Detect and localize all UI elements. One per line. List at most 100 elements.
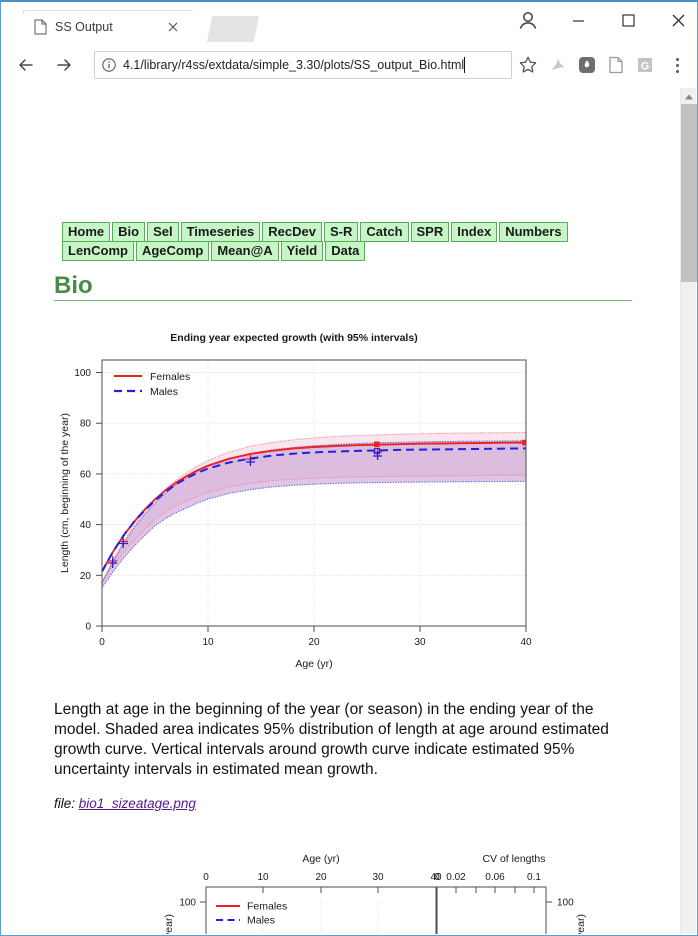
cv-x-tick-002: 0.02	[446, 872, 466, 883]
nav-link-spr[interactable]: SPR	[410, 222, 450, 242]
growth-plot: Ending year expected growth (with 95% in…	[54, 322, 614, 672]
adobe-acrobat-icon[interactable]	[546, 53, 570, 77]
nav-link-index[interactable]: Index	[451, 222, 498, 242]
second-growth-y-axis: 100 80 60 40 20 Length (cm, beginning of…	[163, 898, 206, 934]
browser-toolbar: 4.1/library/r4ss/extdata/simple_3.30/plo…	[1, 42, 697, 88]
x-tick-0: 0	[99, 637, 105, 648]
grammarly-extension-icon[interactable]: G	[633, 53, 657, 77]
nav-row-2: LenComp AgeComp Mean@A Yield Data	[62, 241, 622, 261]
text-caret	[464, 57, 466, 73]
back-arrow-icon[interactable]	[11, 50, 41, 80]
page-nav-links: Home Bio Sel Timeseries RecDev S-R Catch…	[62, 222, 622, 261]
bookmark-star-icon[interactable]	[514, 51, 542, 79]
window-close-icon[interactable]	[656, 6, 698, 35]
second-growth-top-axis: 0 10 20 30 40	[203, 872, 442, 893]
new-tab-icon[interactable]	[207, 16, 259, 42]
x-tick-20: 20	[308, 637, 320, 648]
browser-window: SS Output 4.1/library/r4ss/extdata/simpl…	[0, 0, 698, 936]
nav-link-s-r[interactable]: S-R	[324, 222, 359, 242]
nav-link-sel[interactable]: Sel	[147, 222, 179, 242]
growth-plot-title: Ending year expected growth (with 95% in…	[170, 332, 417, 344]
browser-tab-ss-output[interactable]: SS Output	[12, 10, 205, 42]
cv-x-tick-01: 0.1	[527, 872, 541, 883]
url-text[interactable]: 4.1/library/r4ss/extdata/simple_3.30/plo…	[123, 58, 464, 72]
legend-label-males: Males	[150, 386, 178, 398]
title-divider	[54, 300, 632, 301]
figure-file-link[interactable]: bio1_sizeatage.png	[79, 796, 196, 811]
scroll-up-arrow-icon[interactable]	[681, 90, 697, 104]
x-tick-10: 10	[202, 637, 214, 648]
y-tick-100: 100	[74, 368, 91, 379]
x2-tick-0: 0	[203, 872, 209, 883]
y2-tick-100: 100	[179, 898, 196, 909]
svg-text:G: G	[641, 61, 650, 73]
x2-tick-10: 10	[257, 872, 269, 883]
females-point-marker	[522, 439, 526, 446]
nav-link-numbers[interactable]: Numbers	[499, 222, 568, 242]
y-tick-20: 20	[80, 571, 92, 582]
nav-link-lencomp[interactable]: LenComp	[62, 241, 134, 261]
tab-title: SS Output	[55, 19, 113, 34]
y-tick-60: 60	[80, 469, 92, 480]
second-growth-legend: Females Males	[216, 901, 287, 927]
cv-plot-right-axis: 100 80 60 40 20 Length (cm, beginning of…	[546, 898, 587, 934]
page-content: Home Bio Sel Timeseries RecDev S-R Catch…	[2, 88, 673, 934]
nav-link-mean-at-a[interactable]: Mean@A	[211, 241, 279, 261]
growth-plot-y-axis: 0 20 40 60 80 100 Length (cm, beginning …	[59, 368, 103, 633]
legend2-label-females: Females	[247, 901, 287, 913]
second-growth-xlabel: Age (yr)	[302, 853, 339, 865]
close-icon[interactable]	[165, 19, 181, 35]
nav-link-home[interactable]: Home	[62, 222, 111, 242]
legend-label-females: Females	[150, 371, 190, 383]
y-tick-0: 0	[85, 622, 91, 633]
cv-plot-ylabel: Length (cm, beginning of the year)	[575, 914, 587, 934]
cv-plot-top-axis: 0 0.02 0.06 0.1	[434, 872, 546, 893]
second-figure-svg: Age (yr) 0 10 20 30 40 100 Females Males…	[163, 853, 587, 934]
growth-plot-ylabel: Length (cm, beginning of the year)	[59, 413, 71, 573]
nav-link-catch[interactable]: Catch	[360, 222, 409, 242]
document-extension-icon[interactable]	[604, 53, 628, 77]
page-viewport: Home Bio Sel Timeseries RecDev S-R Catch…	[2, 88, 696, 934]
three-dot-menu-icon[interactable]	[665, 52, 689, 78]
document-icon	[34, 19, 47, 35]
page-scrollbar[interactable]	[680, 88, 697, 934]
growth-plot-x-axis: 0 10 20 30 40 Age (yr)	[99, 625, 532, 670]
menu-dot	[675, 63, 679, 67]
x2-tick-20: 20	[315, 872, 327, 883]
shield-extension-icon[interactable]	[575, 53, 599, 77]
file-label: file:	[54, 796, 76, 811]
nav-link-bio[interactable]: Bio	[112, 222, 146, 242]
nav-link-agecomp[interactable]: AgeComp	[135, 241, 210, 261]
scrollbar-thumb[interactable]	[681, 104, 697, 282]
females-point-marker	[374, 441, 380, 447]
x2-tick-30: 30	[372, 872, 384, 883]
forward-arrow-icon[interactable]	[49, 50, 79, 80]
figure-file-row: file: bio1_sizeatage.png	[54, 796, 196, 811]
second-figure: Age (yr) 0 10 20 30 40 100 Females Males…	[54, 844, 674, 934]
growth-plot-svg: Ending year expected growth (with 95% in…	[59, 332, 532, 670]
address-bar[interactable]: 4.1/library/r4ss/extdata/simple_3.30/plo…	[94, 51, 512, 79]
nav-link-recdev[interactable]: RecDev	[262, 222, 322, 242]
menu-dot	[675, 57, 679, 61]
tab-strip: SS Output	[1, 2, 697, 42]
x-tick-40: 40	[520, 637, 532, 648]
nav-link-yield[interactable]: Yield	[280, 241, 324, 261]
maximize-icon[interactable]	[606, 6, 651, 35]
figure-caption: Length at age in the beginning of the ye…	[54, 701, 609, 778]
profile-avatar-icon[interactable]	[511, 4, 545, 38]
second-growth-frame	[205, 886, 437, 934]
growth-plot-legend: Females Males	[114, 371, 190, 398]
page-info-icon[interactable]	[101, 57, 117, 73]
nav-link-timeseries[interactable]: Timeseries	[180, 222, 261, 242]
y-tick-80: 80	[80, 419, 92, 430]
second-growth-gridlines	[262, 902, 379, 934]
nav-link-data[interactable]: Data	[325, 241, 366, 261]
menu-dot	[675, 69, 679, 73]
page-title: Bio	[54, 272, 93, 299]
x-tick-30: 30	[414, 637, 426, 648]
cv-y-tick-100: 100	[557, 898, 574, 909]
cv-plot-title: CV of lengths	[482, 853, 545, 865]
minimize-icon[interactable]	[556, 6, 601, 35]
nav-row-1: Home Bio Sel Timeseries RecDev S-R Catch…	[62, 222, 622, 242]
cv-x-tick-0: 0	[434, 872, 440, 883]
